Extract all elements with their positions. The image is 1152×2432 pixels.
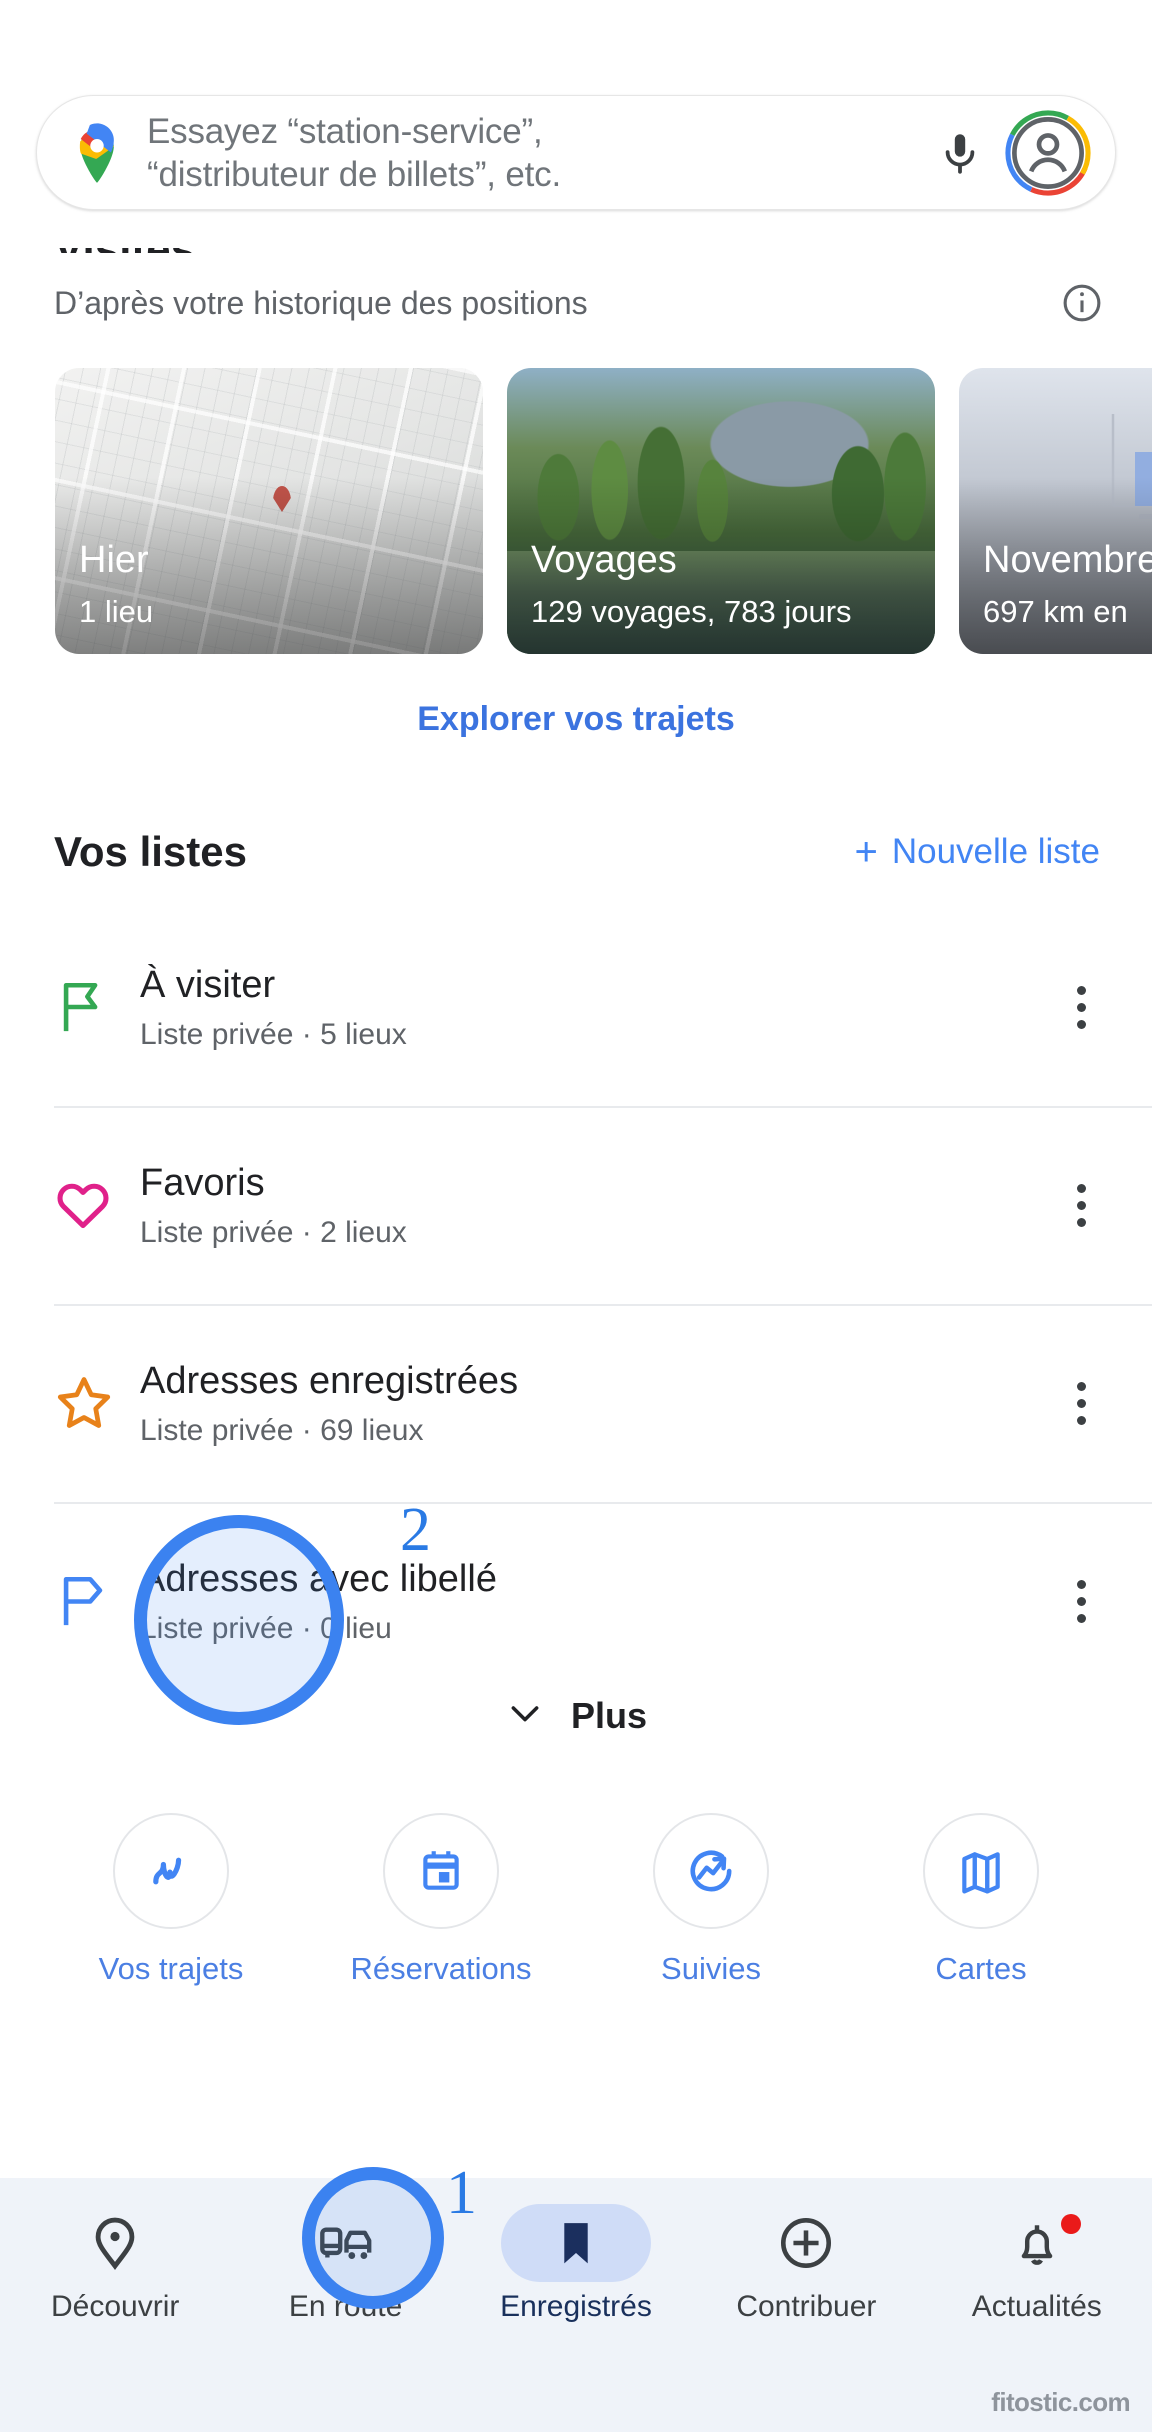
orange-star-icon: [54, 1373, 124, 1433]
list-item-name: Adresses enregistrées: [140, 1360, 519, 1403]
top-search-zone: Essayez “station-service”, “distributeur…: [0, 0, 1152, 248]
route-line-icon: [113, 1813, 229, 1929]
quick-access-label: Suivies: [661, 1951, 761, 1986]
watermark: fitostic.com: [991, 2387, 1130, 2417]
more-vertical-icon[interactable]: [1056, 1381, 1106, 1425]
list-item-name: Adresses avec libellé: [140, 1558, 497, 1601]
bell-icon: [1006, 2212, 1068, 2274]
more-vertical-icon[interactable]: [1056, 1183, 1106, 1227]
list-item-meta: Liste privée · 5 lieux: [140, 1017, 407, 1051]
timeline-subtitle-row: D’après votre historique des positions: [0, 281, 1152, 325]
pink-heart-icon: [54, 1176, 124, 1234]
nav-label: Découvrir: [51, 2290, 180, 2323]
folded-map-icon: [923, 1813, 1039, 1929]
nav-item-en-route[interactable]: En route: [236, 2212, 456, 2324]
quick-access-suivies[interactable]: Suivies: [601, 1813, 821, 1987]
quick-access-label: Vos trajets: [98, 1951, 244, 1986]
list-item-meta: Liste privée · 2 lieux: [140, 1215, 407, 1249]
green-flag-icon: [54, 978, 124, 1036]
search-bar[interactable]: Essayez “station-service”, “distributeur…: [36, 95, 1116, 210]
list-item-text: Favoris Liste privée · 2 lieux: [140, 1160, 1056, 1250]
notification-badge-dot: [1060, 2214, 1081, 2234]
quick-access-vos-trajets[interactable]: Vos trajets: [61, 1813, 281, 1987]
bottom-navigation-bar: Découvrir En route Enregistrés Contribue…: [0, 2178, 1152, 2432]
list-item-name: Favoris: [140, 1162, 265, 1205]
google-maps-pin-icon: [71, 122, 123, 184]
card-subtitle: 1 lieu: [79, 594, 154, 629]
quick-access-label: Réservations: [350, 1951, 532, 1986]
timeline-card-november[interactable]: Novembre 697 km en: [959, 368, 1152, 654]
timeline-card-trips[interactable]: Voyages 129 voyages, 783 jours: [507, 368, 935, 654]
nav-item-contribuer[interactable]: Contribuer: [696, 2212, 916, 2324]
card-title: Novembre: [983, 539, 1152, 581]
quick-access-reservations[interactable]: Réservations: [331, 1813, 551, 1987]
nav-label: Enregistrés: [500, 2290, 652, 2323]
lists-container: À visiter Liste privée · 5 lieux Favoris…: [0, 908, 1152, 1700]
plus-circle-icon: [775, 2212, 837, 2274]
chevron-down-icon: [505, 1693, 545, 1738]
list-item-meta: Liste privée · 0 lieu: [140, 1611, 392, 1645]
more-vertical-icon[interactable]: [1056, 985, 1106, 1029]
show-more-label: Plus: [570, 1694, 648, 1736]
nav-label: Actualités: [971, 2290, 1102, 2323]
card-subtitle: 129 voyages, 783 jours: [531, 594, 852, 629]
show-more-button[interactable]: Plus: [0, 1693, 1152, 1738]
new-list-button[interactable]: + Nouvelle liste: [854, 832, 1100, 872]
list-item-name: À visiter: [140, 964, 276, 1007]
quick-access-cartes[interactable]: Cartes: [871, 1813, 1091, 1987]
saved-sheet: Visites D’après votre historique des pos…: [0, 225, 1152, 2178]
list-item-text: Adresses avec libellé Liste privée · 0 l…: [140, 1556, 1056, 1646]
microphone-icon[interactable]: [925, 118, 995, 188]
nav-item-decouvrir[interactable]: Découvrir: [5, 2212, 225, 2324]
list-item-favoris[interactable]: Favoris Liste privée · 2 lieux: [0, 1106, 1152, 1304]
list-item-adresses-avec-libelle[interactable]: Adresses avec libellé Liste privée · 0 l…: [0, 1502, 1152, 1700]
nav-item-enregistres[interactable]: Enregistrés: [466, 2204, 686, 2324]
timeline-card-yesterday[interactable]: Hier 1 lieu: [55, 368, 483, 654]
list-item-meta: Liste privée · 69 lieux: [140, 1413, 424, 1447]
plus-icon: +: [854, 830, 878, 874]
app-screen: Visites D’après votre historique des pos…: [0, 0, 1152, 2432]
card-subtitle: 697 km en: [983, 594, 1128, 629]
card-title: Voyages: [531, 539, 677, 581]
card-title: Hier: [79, 539, 149, 581]
blue-label-flag-icon: [54, 1572, 124, 1630]
nav-label: En route: [288, 2290, 403, 2323]
bookmark-icon: [545, 2212, 607, 2274]
quick-access-row: Vos trajets Réservations Suivies Cartes: [0, 1813, 1152, 1987]
quick-access-label: Cartes: [935, 1951, 1027, 1986]
more-vertical-icon[interactable]: [1056, 1579, 1106, 1623]
timeline-subtitle: D’après votre historique des positions: [54, 284, 588, 321]
commute-icon: [315, 2212, 377, 2274]
explore-trips-link[interactable]: Explorer vos trajets: [0, 700, 1152, 739]
new-list-label: Nouvelle liste: [891, 832, 1100, 871]
your-lists-header: Vos listes + Nouvelle liste: [0, 828, 1152, 876]
info-icon[interactable]: [1060, 281, 1104, 325]
calendar-icon: [383, 1813, 499, 1929]
nav-label: Contribuer: [736, 2290, 877, 2323]
list-item-a-visiter[interactable]: À visiter Liste privée · 5 lieux: [0, 908, 1152, 1106]
nav-item-actualites[interactable]: Actualités: [927, 2212, 1147, 2324]
trending-circle-icon: [653, 1813, 769, 1929]
account-avatar-icon[interactable]: [1005, 109, 1091, 196]
list-item-adresses-enregistrees[interactable]: Adresses enregistrées Liste privée · 69 …: [0, 1304, 1152, 1502]
list-item-text: À visiter Liste privée · 5 lieux: [140, 962, 1056, 1052]
page-title: Vos listes: [54, 828, 247, 875]
search-input[interactable]: Essayez “station-service”, “distributeur…: [147, 110, 925, 196]
list-item-text: Adresses enregistrées Liste privée · 69 …: [140, 1358, 1056, 1448]
map-pin-icon: [84, 2212, 146, 2274]
timeline-cards-carousel[interactable]: Hier 1 lieu Voyages 129 voyages, 783 jou…: [0, 368, 1152, 658]
